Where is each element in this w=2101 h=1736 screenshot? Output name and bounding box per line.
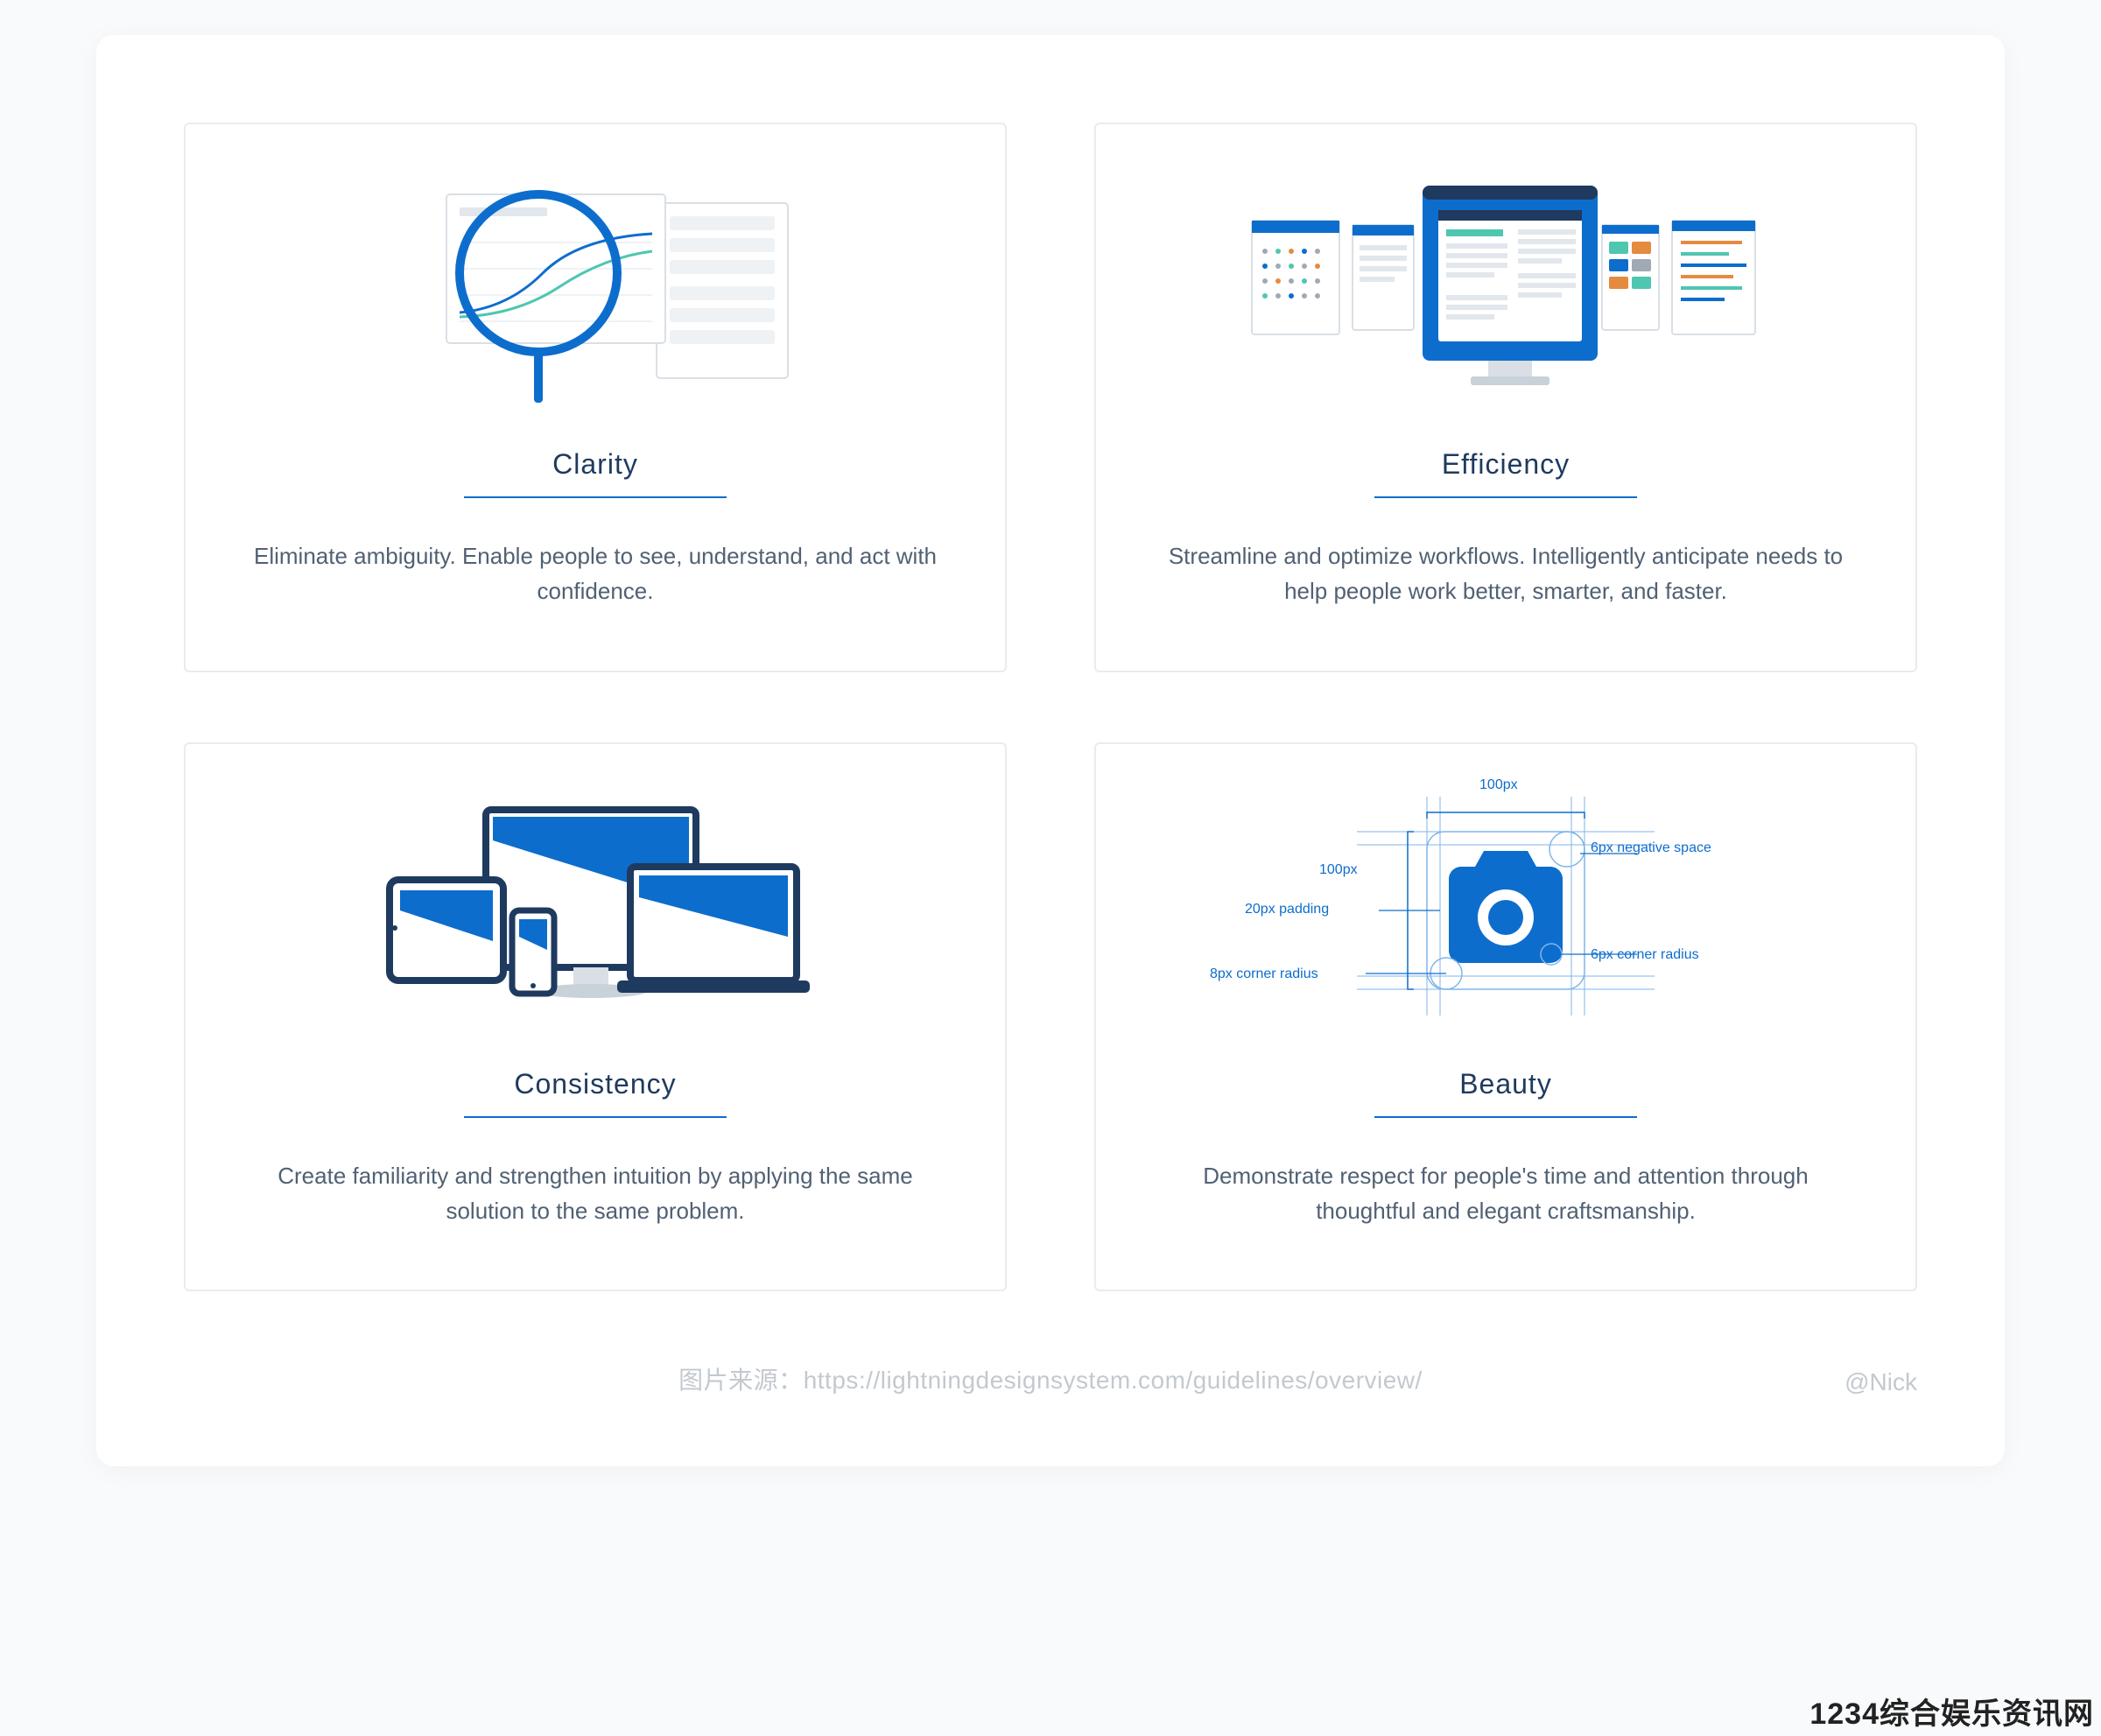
anno-padding: 20px padding [1245,902,1329,917]
card-title: Beauty [1459,1068,1552,1100]
caption-url: https://lightningdesignsystem.com/guidel… [804,1367,1423,1394]
card-title: Clarity [552,448,638,481]
principle-grid: Clarity Eliminate ambiguity. Enable peop… [184,123,1917,1291]
anno-corner-radius-left: 8px corner radius [1210,966,1318,982]
clarity-illustration [238,159,952,422]
watermark: 1234综合娱乐资讯网 [1809,1690,2094,1732]
beauty-illustration: 100px 100px 20px padding 8px corner radi… [1149,779,1863,1042]
author-credit: @Nick [1845,1368,1917,1396]
image-source-caption: 图片来源：https://lightningdesignsystem.com/g… [678,1361,1423,1396]
card-divider [1374,1116,1637,1118]
anno-negative-space: 6px negative space [1591,840,1711,856]
card-title: Consistency [514,1068,676,1100]
card-description: Create familiarity and strengthen intuit… [254,1158,937,1229]
card-divider [464,1116,727,1118]
card-efficiency: Efficiency Streamline and optimize workf… [1094,123,1917,672]
page-container: Clarity Eliminate ambiguity. Enable peop… [96,35,2005,1466]
card-consistency: Consistency Create familiarity and stren… [184,742,1007,1292]
consistency-illustration [238,779,952,1042]
anno-corner-radius-right: 6px corner radius [1591,947,1699,963]
card-description: Demonstrate respect for people's time an… [1164,1158,1847,1229]
card-description: Eliminate ambiguity. Enable people to se… [254,538,937,609]
anno-top-width: 100px [1479,777,1518,793]
caption-prefix: 图片来源： [678,1367,804,1394]
card-divider [464,496,727,498]
caption-row: 图片来源：https://lightningdesignsystem.com/g… [184,1361,1917,1396]
card-title: Efficiency [1442,448,1570,481]
card-clarity: Clarity Eliminate ambiguity. Enable peop… [184,123,1007,672]
card-description: Streamline and optimize workflows. Intel… [1164,538,1847,609]
anno-left-height: 100px [1319,862,1358,878]
efficiency-illustration [1149,159,1863,422]
card-divider [1374,496,1637,498]
card-beauty: 100px 100px 20px padding 8px corner radi… [1094,742,1917,1292]
